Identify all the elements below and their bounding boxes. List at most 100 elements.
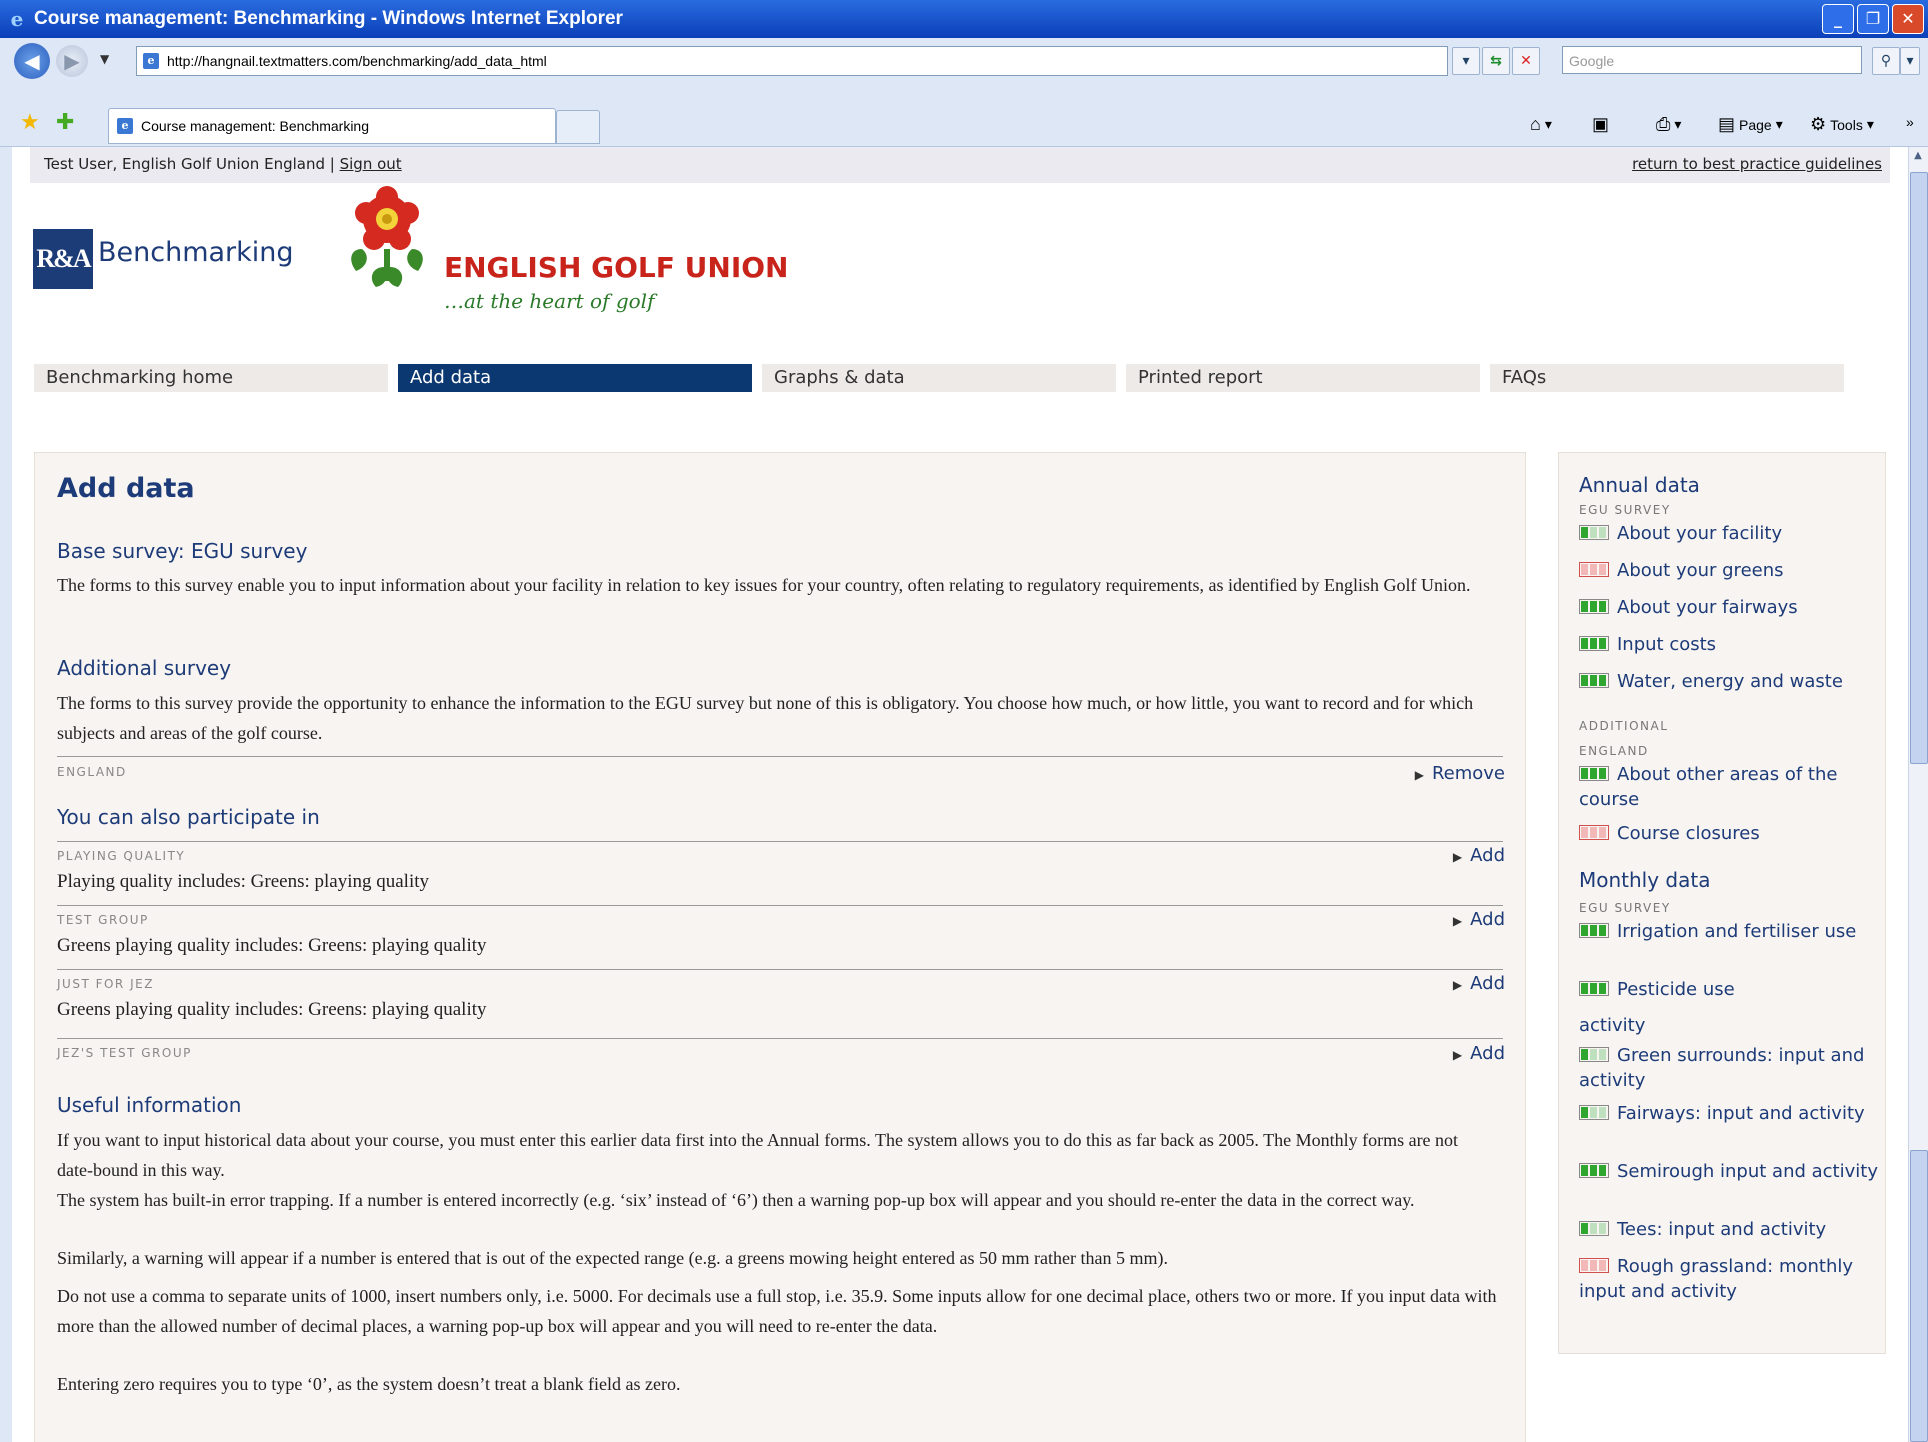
category-label: ADDITIONAL [1579,719,1669,733]
group-description: Playing quality includes: Greens: playin… [57,871,430,892]
form-label: Pesticide use [1617,979,1735,1000]
toolbar-overflow-icon[interactable]: » [1906,114,1914,130]
form-link[interactable]: About other areas of the course [1579,762,1879,812]
category-label: EGU SURVEY [1579,503,1671,517]
group-label: JUST FOR JEZ [57,977,154,991]
page-menu[interactable]: ▤ Page ▾ [1718,114,1783,135]
form-link[interactable]: Green surrounds: input and activity [1579,1043,1879,1093]
minimize-button[interactable]: _ [1822,4,1854,34]
nav-add-data[interactable]: Add data [398,364,752,392]
play-arrow-icon: ▶ [1452,978,1463,992]
sign-out-link[interactable]: Sign out [340,155,402,173]
address-text[interactable]: http://hangnail.textmatters.com/benchmar… [167,53,547,69]
feeds-icon: ▣ [1592,114,1610,134]
home-icon: ⌂ [1530,114,1541,134]
form-link[interactable]: About your greens [1579,558,1879,583]
play-arrow-icon: ▶ [1414,768,1424,782]
progress-bar-icon [1579,981,1609,996]
remove-england-link[interactable]: ▶ Remove [1415,763,1505,784]
nav-graphs-data[interactable]: Graphs & data [762,364,1116,392]
ra-logo[interactable]: R&A [33,229,93,289]
form-link[interactable]: Input costs [1579,632,1879,657]
egu-rose-logo [351,186,423,287]
useful-paragraph: If you want to input historical data abo… [57,1130,1459,1180]
form-link[interactable]: Tees: input and activity [1579,1217,1879,1242]
scrollbar-thumb[interactable] [1910,172,1928,764]
useful-info-heading: Useful information [57,1093,242,1117]
form-link[interactable]: Pesticide use [1579,977,1879,1002]
form-link-fragment[interactable]: activity [1579,1013,1879,1038]
close-window-button[interactable]: ✕ [1892,4,1924,34]
divider [57,841,1503,842]
form-label: About your fairways [1617,597,1798,618]
add-data-panel: Add data Base survey: EGU survey The for… [34,452,1526,1442]
add-test-group-link[interactable]: ▶ Add [1453,909,1505,930]
new-tab-button[interactable] [556,110,600,144]
form-label: Input costs [1617,634,1717,655]
remove-label: Remove [1431,763,1505,784]
divider [57,756,1503,757]
form-label: Semirough input and activity [1617,1161,1878,1182]
favorites-tab-bar: ★ ✚ e Course management: Benchmarking ⌂ ▾… [0,104,1928,147]
form-link[interactable]: Water, energy and waste [1579,669,1879,694]
ie-page-icon: e [143,53,159,69]
divider [57,1038,1503,1039]
nav-faqs[interactable]: FAQs [1490,364,1844,392]
form-link[interactable]: Fairways: input and activity [1579,1101,1879,1126]
stop-button[interactable]: ✕ [1512,47,1540,75]
form-link[interactable]: About your fairways [1579,595,1879,620]
forms-sidebar: Annual data EGU SURVEY About your facili… [1558,452,1886,1354]
form-link[interactable]: Semirough input and activity [1579,1159,1879,1184]
form-link[interactable]: Irrigation and fertiliser use [1579,919,1879,944]
useful-paragraph: Entering zero requires you to type ‘0’, … [57,1374,681,1394]
add-favorite-icon[interactable]: ✚ [56,112,74,134]
benchmarking-title[interactable]: Benchmarking [98,237,294,268]
return-guidelines-link[interactable]: return to best practice guidelines [1632,155,1882,173]
add-just-for-jez-link[interactable]: ▶ Add [1453,973,1505,994]
address-dropdown-button[interactable]: ▾ [1452,47,1480,75]
monthly-data-heading: Monthly data [1579,868,1711,892]
feeds-button[interactable]: ▣ [1592,114,1609,135]
add-jez-test-group-link[interactable]: ▶ Add [1453,1043,1505,1064]
forward-button[interactable]: ▶ [56,45,88,77]
history-dropdown-icon[interactable]: ▼ [100,52,109,66]
group-description: Greens playing quality includes: Greens:… [57,935,487,956]
search-options-dropdown[interactable]: ▾ [1900,47,1920,75]
print-button[interactable]: ⎙ ▾ [1656,114,1681,135]
add-label: Add [1470,909,1505,930]
divider [57,905,1503,906]
scrollbar-thumb[interactable] [1910,1150,1928,1442]
separator: | [329,155,335,173]
progress-bar-icon [1579,636,1609,651]
tools-menu[interactable]: ⚙ Tools ▾ [1810,114,1874,135]
useful-paragraph: Similarly, a warning will appear if a nu… [57,1248,1168,1268]
progress-bar-icon [1579,1221,1609,1236]
maximize-button[interactable]: ❐ [1857,4,1889,34]
form-link[interactable]: Rough grassland: monthly input and activ… [1579,1254,1879,1304]
form-link[interactable]: Course closures [1579,821,1879,846]
user-bar: Test User, English Golf Union England | … [30,147,1890,183]
home-button[interactable]: ⌂ ▾ [1530,114,1552,135]
back-button[interactable]: ◀ [14,43,50,79]
window-frame [0,147,12,1442]
nav-printed-report[interactable]: Printed report [1126,364,1480,392]
search-input[interactable]: Google [1562,46,1862,74]
progress-bar-icon [1579,766,1609,781]
scroll-up-icon[interactable]: ▲ [1910,150,1926,168]
refresh-button[interactable]: ⇆ [1482,47,1510,75]
egu-tagline: …at the heart of golf [444,289,655,313]
base-survey-text: The forms to this survey enable you to i… [57,575,1471,595]
progress-bar-icon [1579,1163,1609,1178]
browser-tab[interactable]: e Course management: Benchmarking [108,108,556,144]
favorites-star-icon[interactable]: ★ [20,112,40,134]
add-label: Add [1470,973,1505,994]
add-playing-quality-link[interactable]: ▶ Add [1453,845,1505,866]
form-link[interactable]: About your facility [1579,521,1879,546]
group-label: PLAYING QUALITY [57,849,186,863]
nav-benchmarking-home[interactable]: Benchmarking home [34,364,388,392]
form-label: Rough grassland: monthly input and activ… [1579,1256,1854,1302]
address-input[interactable]: e http://hangnail.textmatters.com/benchm… [136,46,1448,76]
user-name: Test User, English Golf Union England [44,155,325,173]
progress-bar-icon [1579,562,1609,577]
search-icon[interactable]: ⚲ [1872,47,1900,75]
